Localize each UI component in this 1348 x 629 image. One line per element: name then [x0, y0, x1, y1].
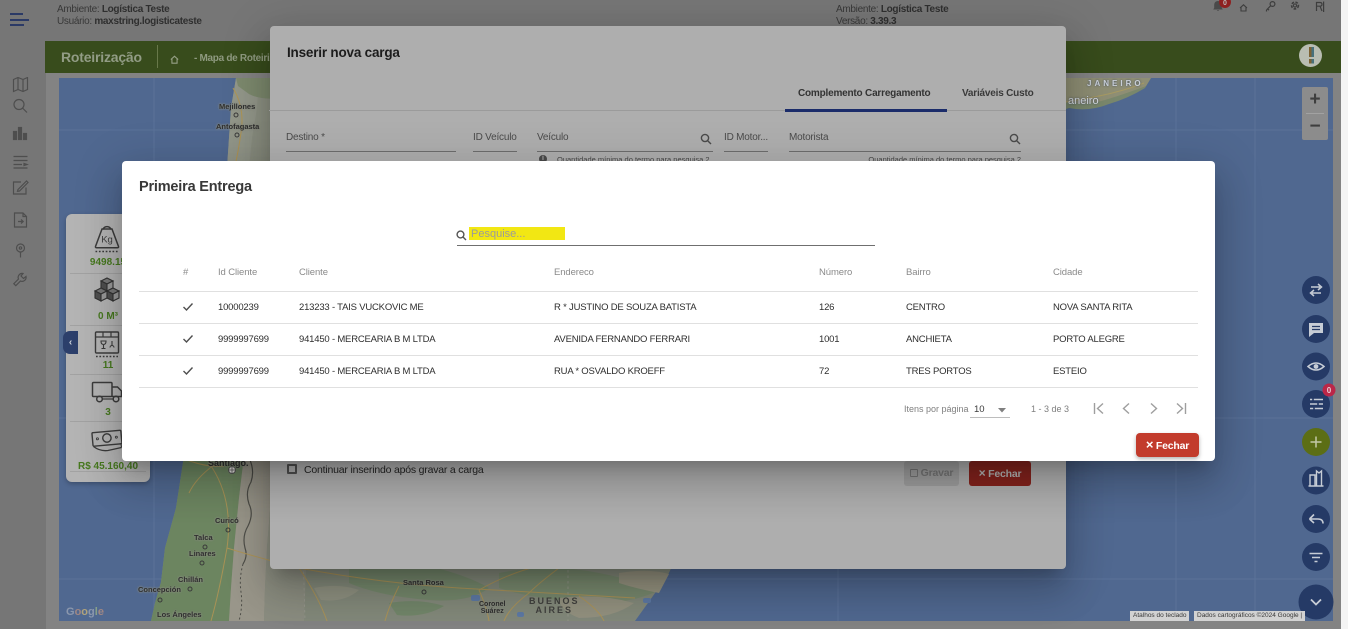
svg-text:0: 0	[1223, 0, 1227, 7]
svg-text:0: 0	[1327, 386, 1332, 395]
svg-text:Kg: Kg	[101, 235, 113, 246]
